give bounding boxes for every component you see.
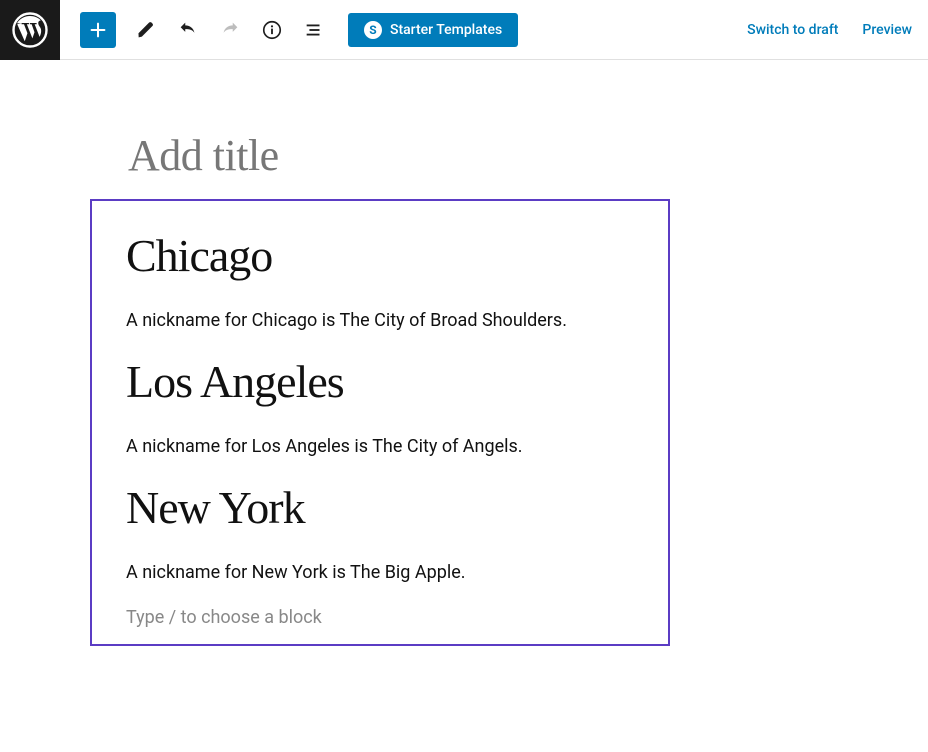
info-icon bbox=[261, 19, 283, 41]
block-appender[interactable]: Type / to choose a block bbox=[126, 607, 634, 628]
editor-top-toolbar: S Starter Templates Switch to draft Prev… bbox=[0, 0, 928, 60]
redo-icon bbox=[219, 19, 241, 41]
toolbar-right: Switch to draft Preview bbox=[747, 22, 928, 38]
undo-icon bbox=[177, 19, 199, 41]
post-title-input[interactable]: Add title bbox=[90, 130, 928, 181]
redo-button[interactable] bbox=[212, 12, 248, 48]
selected-blocks-outline: Chicago A nickname for Chicago is The Ci… bbox=[90, 199, 670, 646]
wordpress-logo[interactable] bbox=[0, 0, 60, 60]
list-view-button[interactable] bbox=[296, 12, 332, 48]
heading-block[interactable]: Chicago bbox=[126, 229, 634, 282]
edit-tool-button[interactable] bbox=[128, 12, 164, 48]
starter-templates-icon: S bbox=[364, 21, 382, 39]
preview-button[interactable]: Preview bbox=[862, 22, 912, 38]
undo-button[interactable] bbox=[170, 12, 206, 48]
paragraph-block[interactable]: A nickname for Chicago is The City of Br… bbox=[126, 310, 634, 331]
info-button[interactable] bbox=[254, 12, 290, 48]
paragraph-block[interactable]: A nickname for New York is The Big Apple… bbox=[126, 562, 634, 583]
list-view-icon bbox=[303, 19, 325, 41]
add-block-button[interactable] bbox=[80, 12, 116, 48]
wordpress-icon bbox=[12, 12, 48, 48]
paragraph-block[interactable]: A nickname for Los Angeles is The City o… bbox=[126, 436, 634, 457]
toolbar-left: S Starter Templates bbox=[60, 12, 518, 48]
switch-to-draft-button[interactable]: Switch to draft bbox=[747, 22, 838, 38]
editor-canvas: Add title Chicago A nickname for Chicago… bbox=[0, 60, 928, 646]
heading-block[interactable]: New York bbox=[126, 481, 634, 534]
plus-icon bbox=[87, 19, 109, 41]
starter-templates-button[interactable]: S Starter Templates bbox=[348, 13, 518, 47]
pencil-icon bbox=[135, 19, 157, 41]
starter-templates-label: Starter Templates bbox=[390, 22, 502, 38]
heading-block[interactable]: Los Angeles bbox=[126, 355, 634, 408]
